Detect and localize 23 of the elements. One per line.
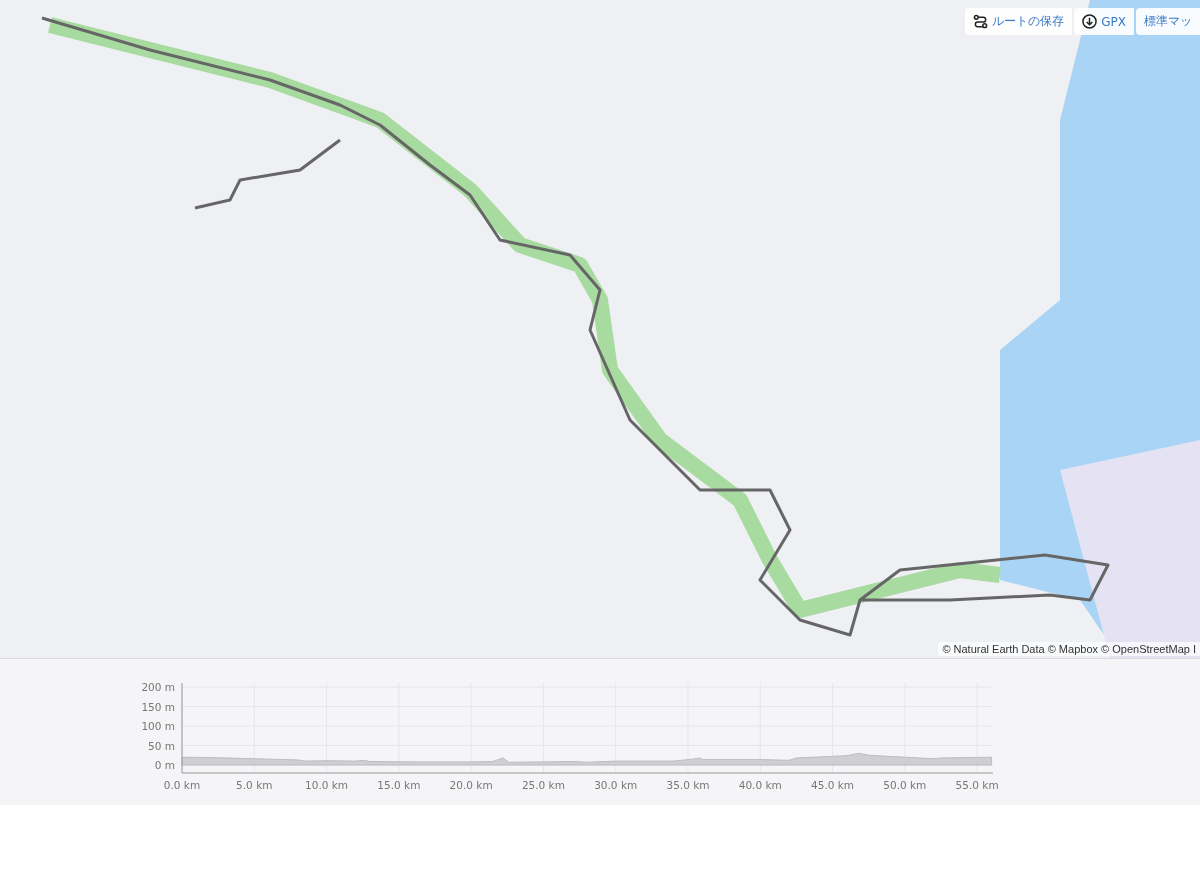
axis-label: 0.0 km [163,779,201,791]
axis-label: 50 m [148,739,175,752]
axis-label: 5.0 km [236,779,273,791]
axis-label: 35.0 km [666,779,710,791]
map-attribution: © Natural Earth Data © Mapbox © OpenStreetMap I [938,642,1200,656]
axis-label: 30.0 km [594,779,638,791]
axis-label: 25.0 km [521,779,565,791]
download-icon [1082,14,1098,29]
axis-label: 50.0 km [883,779,927,791]
map-button[interactable]: GPX [1074,8,1134,35]
axis-label: 150 m [141,700,175,713]
route-icon [973,14,989,29]
axis-label: 55.0 km [955,779,999,791]
axis-label: 10.0 km [305,779,349,791]
axis-label: 0 m [154,759,175,771]
map-button[interactable]: 標準マッ [1136,8,1200,35]
axis-label: 20.0 km [449,779,493,791]
map-button[interactable]: ルートの保存 [965,8,1073,35]
axis-label: 100 m [141,720,175,732]
axis-label: 200 m [141,681,175,693]
axis-label: 45.0 km [811,779,855,791]
axis-label: 15.0 km [377,779,421,791]
axis-label: 40.0 km [738,779,782,791]
